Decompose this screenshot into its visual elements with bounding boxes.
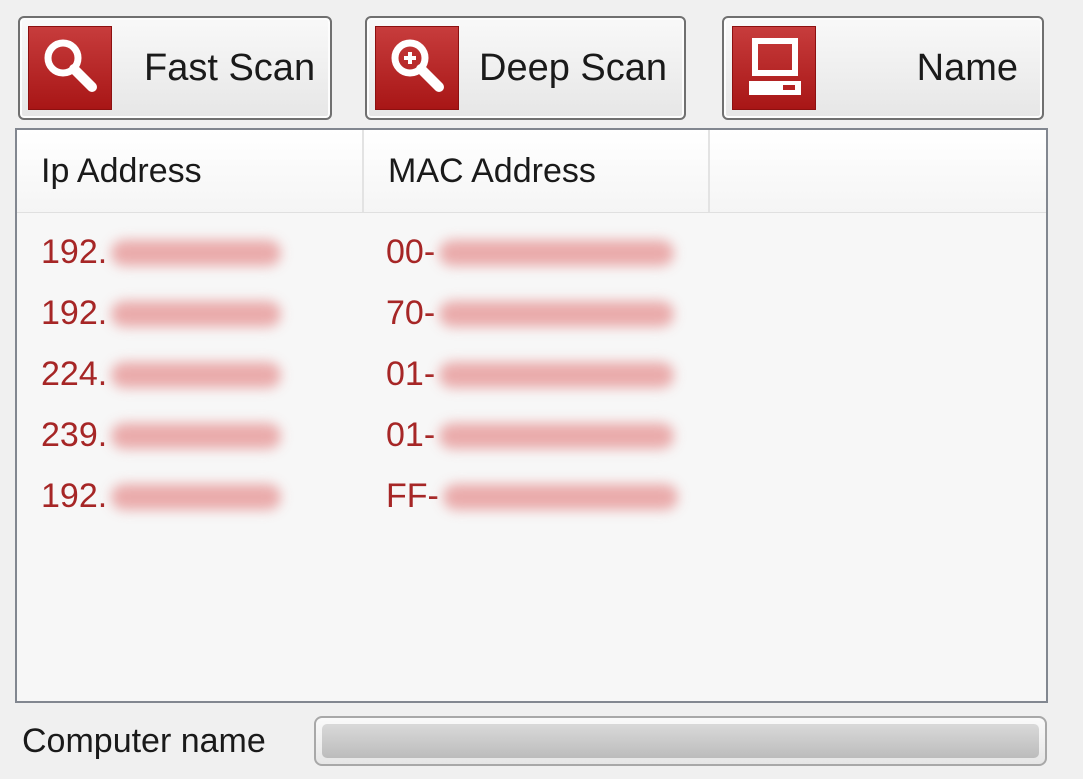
redacted-blur — [111, 483, 282, 510]
magnifier-icon — [28, 26, 112, 110]
mac-cell: 01- — [386, 344, 675, 405]
mac-value: FF- — [386, 477, 439, 515]
column-header-empty[interactable] — [710, 130, 1048, 212]
fast-scan-label: Fast Scan — [144, 46, 316, 89]
mac-cell: 00- — [386, 222, 675, 283]
redacted-blur — [111, 422, 282, 449]
ip-cell: 192. — [41, 283, 282, 344]
redacted-blur — [439, 422, 675, 449]
redacted-blur — [442, 483, 678, 510]
deep-scan-label: Deep Scan — [479, 46, 668, 89]
mac-value: 01- — [386, 416, 436, 454]
table-row[interactable]: 192. 00- — [17, 222, 1046, 283]
mac-cell: 70- — [386, 283, 675, 344]
magnifier-plus-icon — [375, 26, 459, 110]
ip-value: 192. — [41, 477, 108, 515]
mac-value: 70- — [386, 294, 436, 332]
redacted-blur — [439, 361, 675, 388]
computer-name-progress-bar — [314, 716, 1047, 766]
table-row[interactable]: 192. 70- — [17, 283, 1046, 344]
table-row[interactable]: 239. 01- — [17, 405, 1046, 466]
mac-cell: FF- — [386, 466, 678, 527]
progress-track — [322, 724, 1039, 758]
ip-cell: 224. — [41, 344, 282, 405]
list-header: Ip Address MAC Address — [17, 130, 1046, 213]
name-button[interactable]: Name — [722, 16, 1044, 120]
computer-name-label: Computer name — [22, 721, 266, 760]
ip-value: 224. — [41, 355, 108, 393]
ip-list-view[interactable]: Ip Address MAC Address 192. 00- 192. 70-… — [15, 128, 1048, 703]
ip-value: 192. — [41, 294, 108, 332]
ip-cell: 239. — [41, 405, 282, 466]
mac-cell: 01- — [386, 405, 675, 466]
ip-cell: 192. — [41, 222, 282, 283]
redacted-blur — [111, 239, 282, 266]
column-header-ip-address[interactable]: Ip Address — [17, 130, 364, 212]
column-header-mac-address[interactable]: MAC Address — [364, 130, 710, 212]
deep-scan-button[interactable]: Deep Scan — [365, 16, 686, 120]
name-label: Name — [916, 46, 1018, 89]
ip-value: 192. — [41, 233, 108, 271]
redacted-blur — [439, 239, 675, 266]
mac-value: 01- — [386, 355, 436, 393]
fast-scan-button[interactable]: Fast Scan — [18, 16, 332, 120]
table-row[interactable]: 224. 01- — [17, 344, 1046, 405]
computer-icon — [732, 26, 816, 110]
redacted-blur — [111, 361, 282, 388]
redacted-blur — [439, 300, 675, 327]
ip-cell: 192. — [41, 466, 282, 527]
table-row[interactable]: 192. FF- — [17, 466, 1046, 527]
ip-value: 239. — [41, 416, 108, 454]
list-rows: 192. 00- 192. 70- 224. 01- 239. 01- 192.… — [17, 222, 1046, 527]
redacted-blur — [111, 300, 282, 327]
mac-value: 00- — [386, 233, 436, 271]
